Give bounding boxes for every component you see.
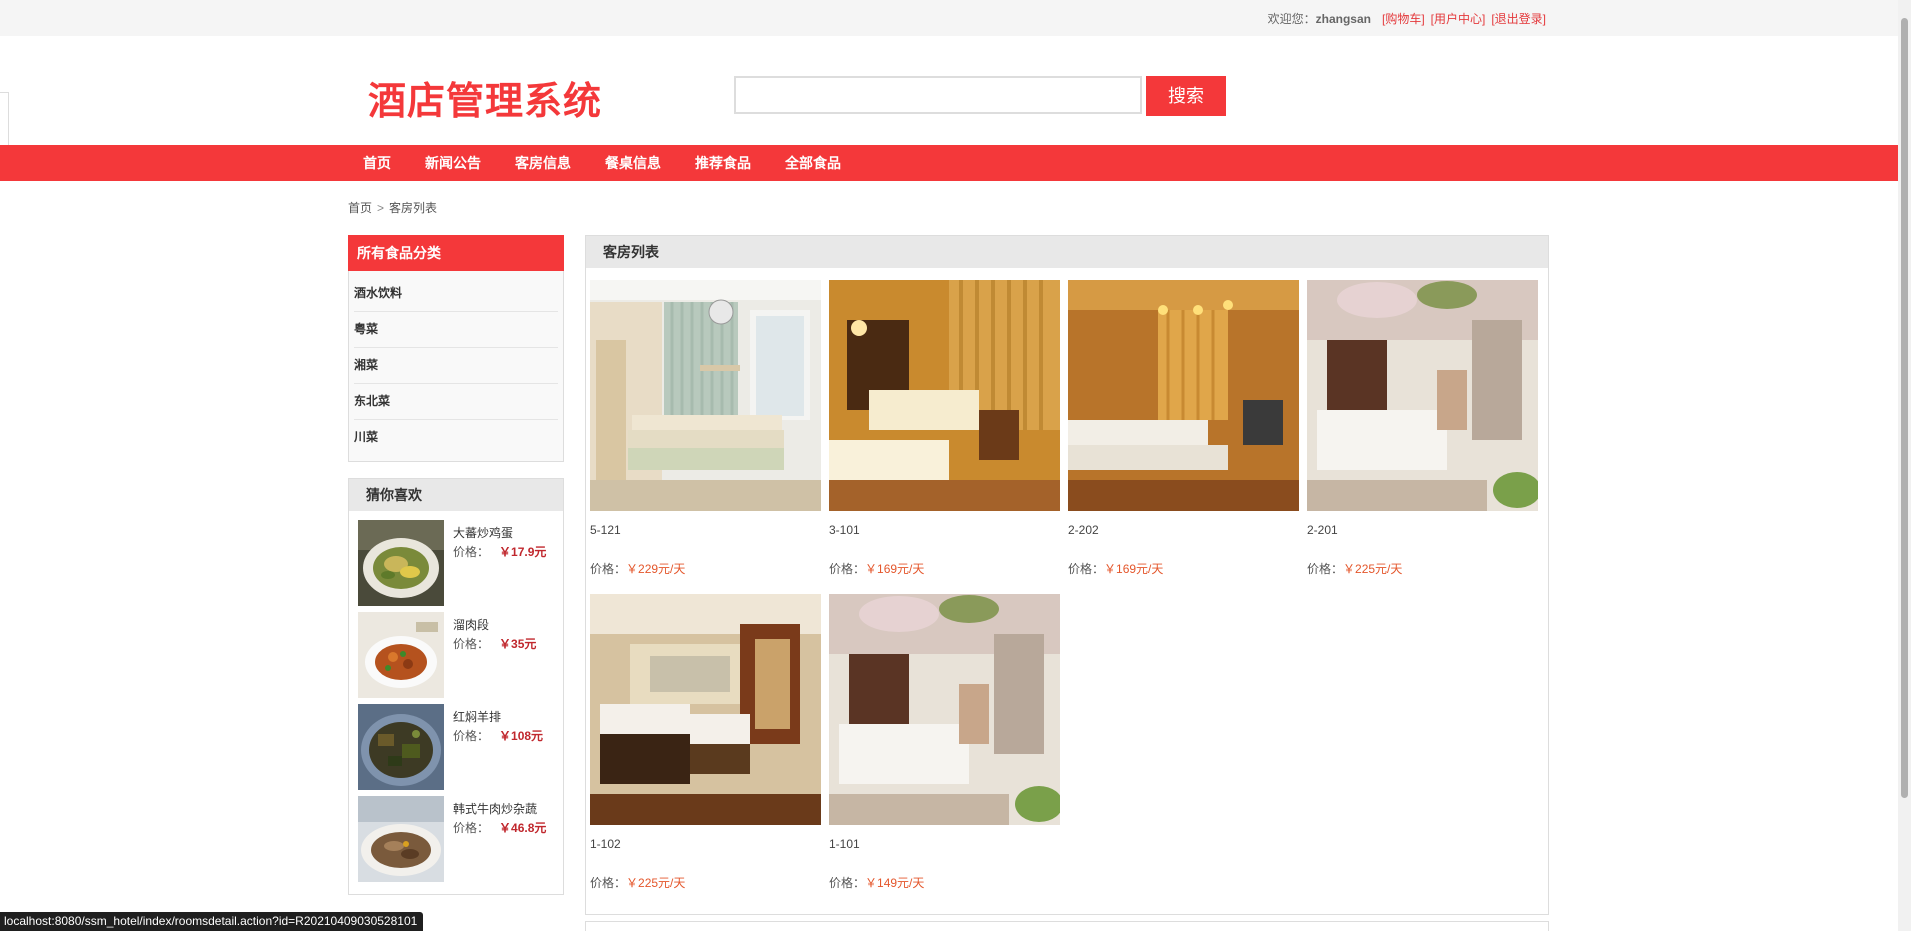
room-card[interactable]: 5-121 价格：￥229元/天	[590, 280, 822, 576]
room-price: ￥149元/天	[865, 876, 925, 890]
scrollbar-thumb[interactable]	[1901, 18, 1908, 798]
room-card[interactable]: 2-202 价格：￥169元/天	[1068, 280, 1300, 576]
cart-link[interactable]: [购物车]	[1382, 12, 1425, 26]
category-item[interactable]: 川菜	[354, 420, 558, 455]
room-name[interactable]: 1-102	[590, 837, 621, 851]
main-nav: 首页 新闻公告 客房信息 餐桌信息 推荐食品 全部食品	[0, 145, 1898, 181]
food-image[interactable]	[358, 796, 444, 882]
breadcrumb-current: 客房列表	[389, 201, 438, 215]
price-label: 价格：	[1307, 562, 1344, 576]
side-tab[interactable]	[0, 92, 9, 146]
food-price: ￥108元	[499, 729, 544, 743]
room-card[interactable]: 2-201 价格：￥225元/天	[1307, 280, 1539, 576]
room-name[interactable]: 3-101	[829, 523, 860, 537]
room-name[interactable]: 1-101	[829, 837, 860, 851]
price-label: 价格：	[453, 545, 490, 559]
breadcrumb-separator: >	[377, 201, 385, 215]
nav-item-all-food[interactable]: 全部食品	[768, 145, 858, 181]
food-image[interactable]	[358, 612, 444, 698]
food-item[interactable]: 溜肉段 价格： ￥35元	[358, 612, 558, 698]
welcome-label: 欢迎您：	[1267, 12, 1316, 26]
nav-item-rooms[interactable]: 客房信息	[498, 145, 588, 181]
user-center-link[interactable]: [用户中心]	[1431, 12, 1486, 26]
nav-item-tables[interactable]: 餐桌信息	[588, 145, 678, 181]
food-price-row: 价格： ￥35元	[453, 635, 536, 652]
search-input[interactable]	[734, 76, 1142, 114]
price-label: 价格：	[590, 562, 627, 576]
room-card[interactable]: 1-102 价格：￥225元/天	[590, 594, 822, 890]
food-image[interactable]	[358, 520, 444, 606]
room-price-row: 价格：￥225元/天	[1307, 560, 1402, 577]
food-price-row: 价格： ￥17.9元	[453, 543, 546, 560]
room-price: ￥225元/天	[1343, 562, 1403, 576]
category-title: 所有食品分类	[348, 235, 564, 271]
search-button[interactable]: 搜索	[1146, 76, 1226, 116]
room-price-row: 价格：￥149元/天	[829, 874, 924, 891]
room-list-title: 客房列表	[586, 236, 1548, 268]
food-name[interactable]: 溜肉段	[453, 616, 489, 633]
vertical-scrollbar[interactable]	[1898, 0, 1911, 931]
room-card[interactable]: 1-101 价格：￥149元/天	[829, 594, 1061, 890]
room-image[interactable]	[829, 280, 1060, 511]
welcome-text: 欢迎您：zhangsan [购物车] [用户中心] [退出登录]	[1268, 10, 1546, 27]
category-item[interactable]: 湘菜	[354, 348, 558, 384]
food-price: ￥17.9元	[499, 545, 547, 559]
food-price-row: 价格： ￥46.8元	[453, 819, 546, 836]
room-price: ￥169元/天	[1104, 562, 1164, 576]
price-label: 价格：	[453, 821, 490, 835]
price-label: 价格：	[453, 729, 490, 743]
breadcrumb-home[interactable]: 首页	[348, 201, 372, 215]
room-list-panel: 客房列表 5-121 价格：￥229元/天 3-101 价格：￥169元/天 2…	[585, 235, 1549, 915]
food-item[interactable]: 红焖羊排 价格： ￥108元	[358, 704, 558, 790]
room-image[interactable]	[1307, 280, 1538, 511]
room-price: ￥225元/天	[626, 876, 686, 890]
username: zhangsan	[1315, 12, 1371, 26]
nav-item-news[interactable]: 新闻公告	[408, 145, 498, 181]
pagination-panel	[585, 921, 1549, 931]
food-price: ￥35元	[499, 637, 537, 651]
room-name[interactable]: 2-202	[1068, 523, 1099, 537]
price-label: 价格：	[829, 562, 866, 576]
room-image[interactable]	[1068, 280, 1299, 511]
category-item[interactable]: 东北菜	[354, 384, 558, 420]
logout-link[interactable]: [退出登录]	[1491, 12, 1546, 26]
room-price-row: 价格：￥169元/天	[829, 560, 924, 577]
breadcrumb: 首页 > 客房列表	[348, 199, 437, 216]
food-name[interactable]: 红焖羊排	[453, 708, 501, 725]
food-item[interactable]: 韩式牛肉炒杂蔬 价格： ￥46.8元	[358, 796, 558, 882]
room-price-row: 价格：￥169元/天	[1068, 560, 1163, 577]
guess-title: 猜你喜欢	[349, 479, 563, 511]
status-url: localhost:8080/ssm_hotel/index/roomsdeta…	[0, 912, 424, 931]
site-logo[interactable]: 酒店管理系统	[368, 70, 602, 125]
category-item[interactable]: 粤菜	[354, 312, 558, 348]
room-image[interactable]	[590, 280, 821, 511]
category-item[interactable]: 酒水饮料	[354, 276, 558, 312]
room-price: ￥169元/天	[865, 562, 925, 576]
food-name[interactable]: 大蕃炒鸡蛋	[453, 524, 513, 541]
nav-item-recommended[interactable]: 推荐食品	[678, 145, 768, 181]
price-label: 价格：	[1068, 562, 1105, 576]
room-price: ￥229元/天	[626, 562, 686, 576]
room-price-row: 价格：￥225元/天	[590, 874, 685, 891]
food-item[interactable]: 大蕃炒鸡蛋 价格： ￥17.9元	[358, 520, 558, 606]
price-label: 价格：	[453, 637, 490, 651]
food-name[interactable]: 韩式牛肉炒杂蔬	[453, 800, 537, 817]
food-image[interactable]	[358, 704, 444, 790]
price-label: 价格：	[829, 876, 866, 890]
top-bar: 欢迎您：zhangsan [购物车] [用户中心] [退出登录]	[0, 0, 1898, 36]
room-price-row: 价格：￥229元/天	[590, 560, 685, 577]
room-image[interactable]	[829, 594, 1060, 825]
price-label: 价格：	[590, 876, 627, 890]
room-name[interactable]: 2-201	[1307, 523, 1338, 537]
room-name[interactable]: 5-121	[590, 523, 621, 537]
guess-panel: 猜你喜欢 大蕃炒鸡蛋 价格： ￥17.9元 溜肉段 价格： ￥35元 红焖羊排 …	[348, 478, 564, 895]
food-price: ￥46.8元	[499, 821, 547, 835]
food-price-row: 价格： ￥108元	[453, 727, 543, 744]
nav-item-home[interactable]: 首页	[346, 145, 408, 181]
category-panel: 所有食品分类 酒水饮料 粤菜 湘菜 东北菜 川菜	[348, 235, 564, 462]
room-image[interactable]	[590, 594, 821, 825]
room-card[interactable]: 3-101 价格：￥169元/天	[829, 280, 1061, 576]
